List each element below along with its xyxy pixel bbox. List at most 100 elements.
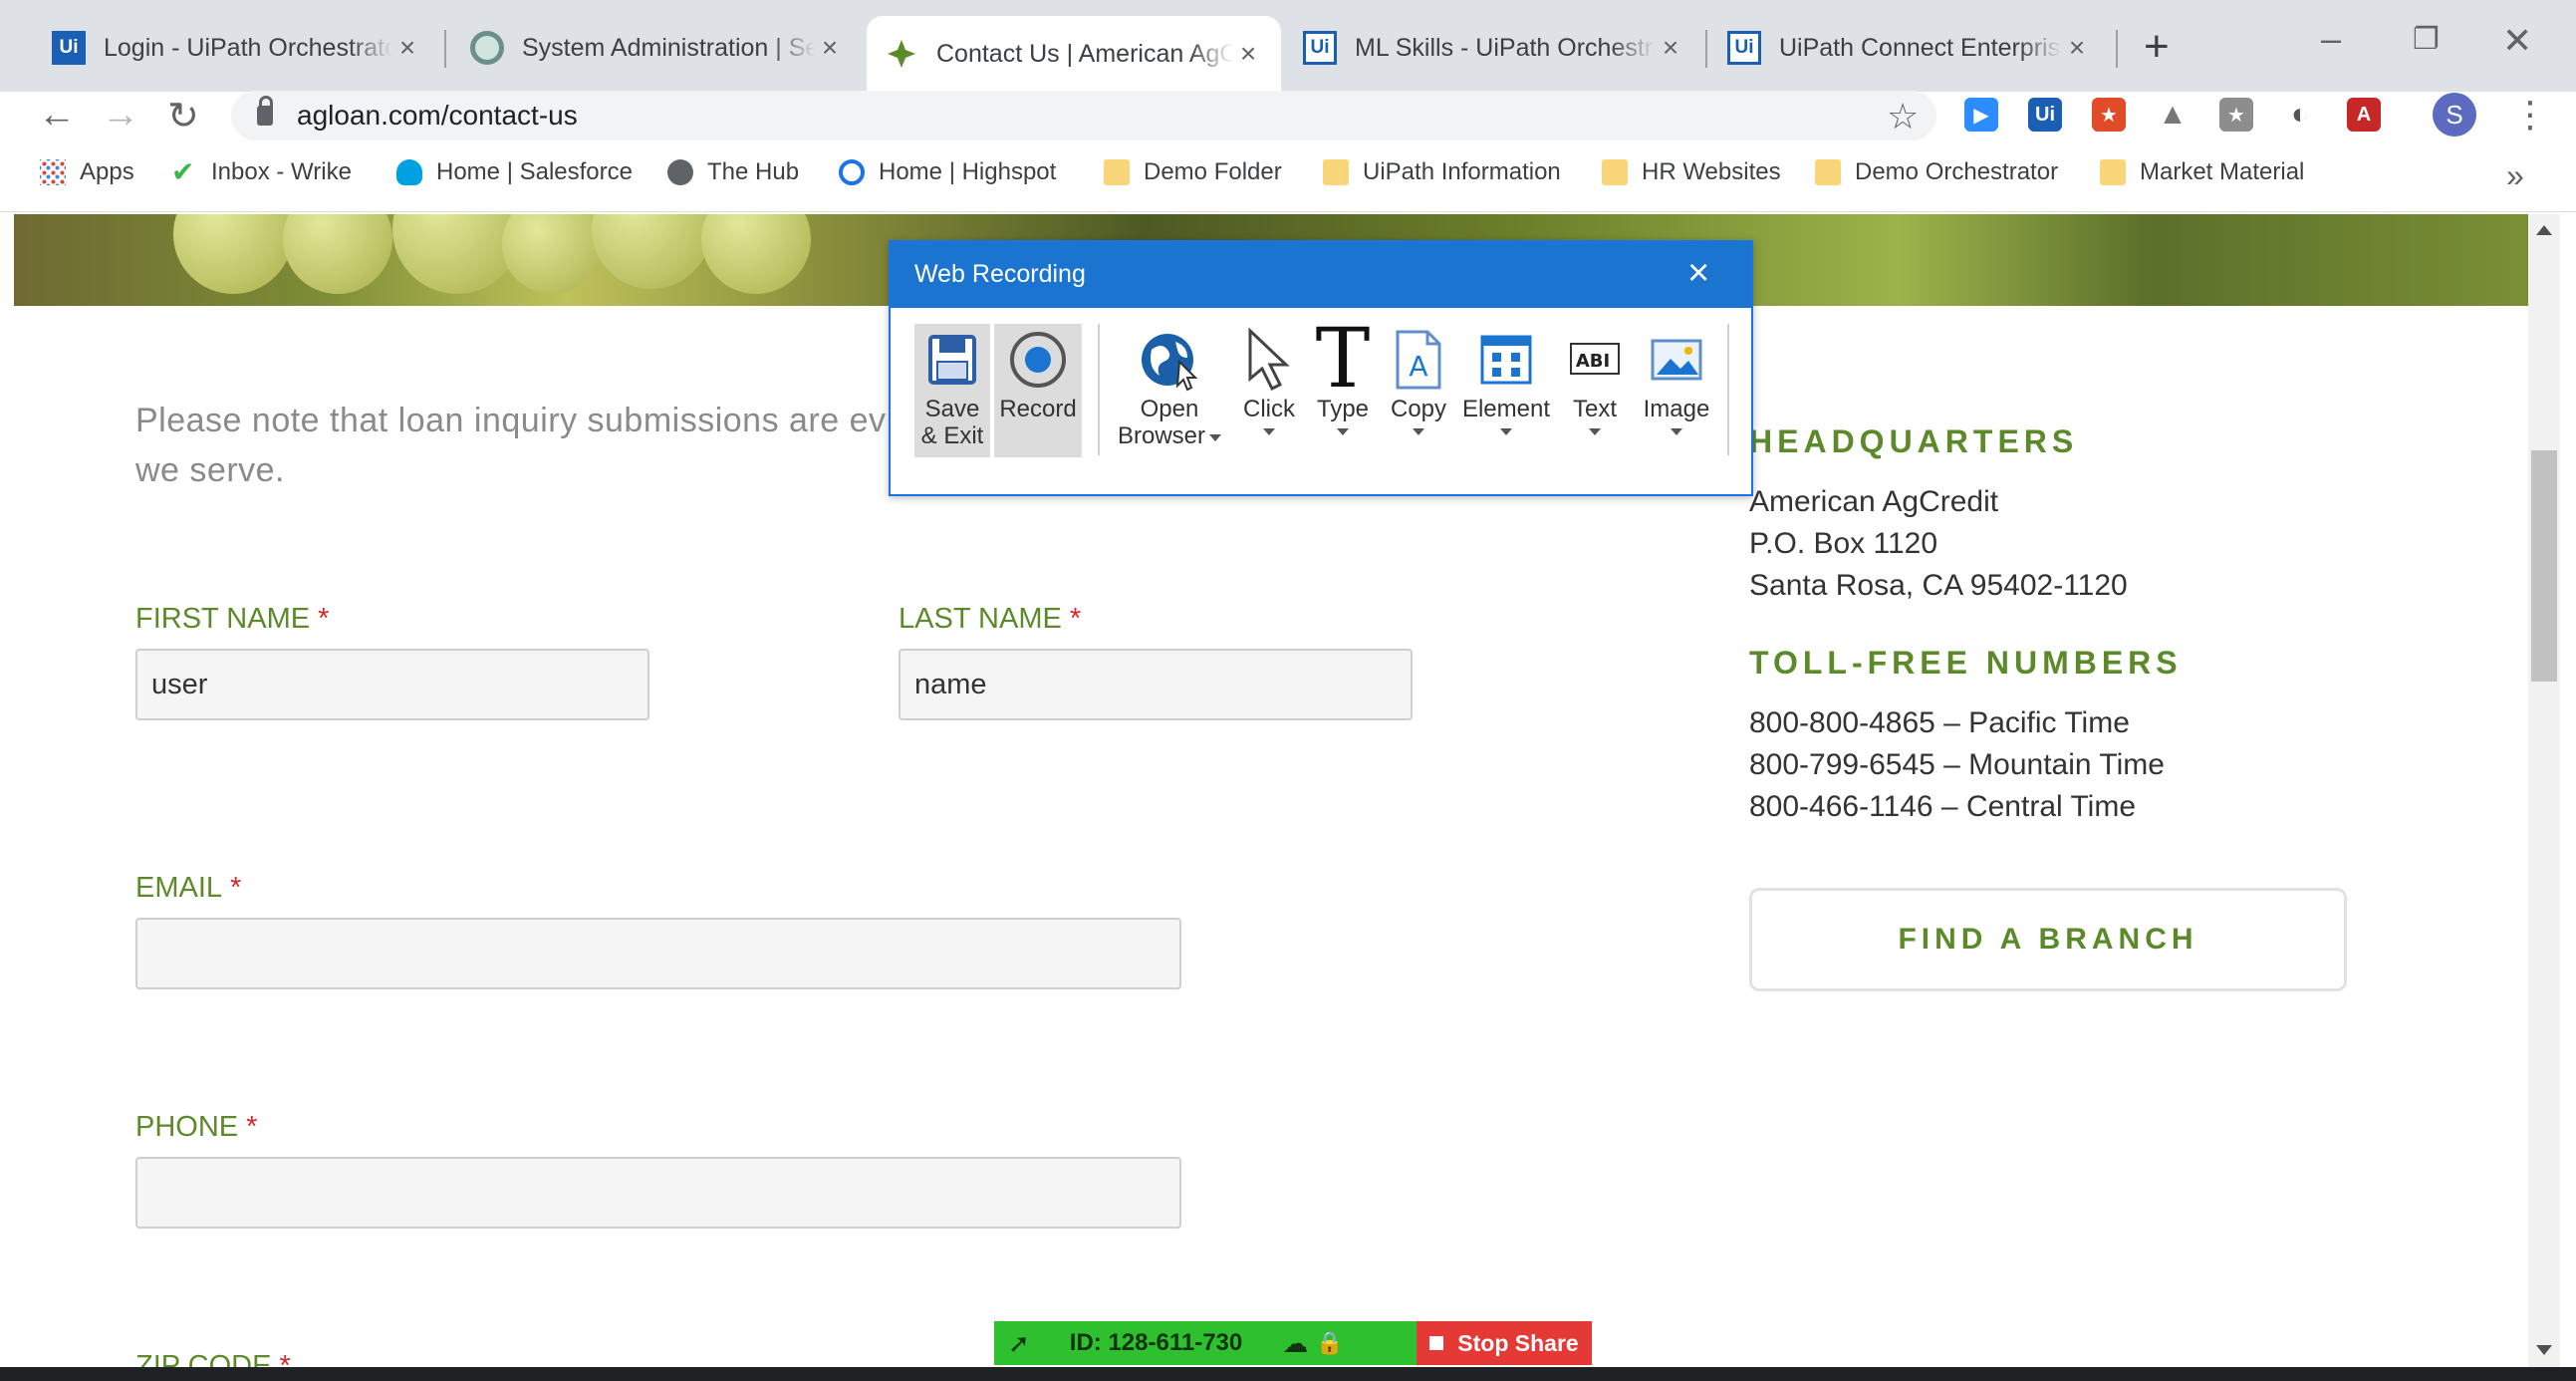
minimize-icon[interactable]: – — [2321, 18, 2341, 60]
bookmark-wrike[interactable]: ✔ Inbox - Wrike — [171, 158, 352, 186]
record-icon — [1008, 324, 1068, 396]
restore-window-icon[interactable]: ❐ — [2413, 22, 2440, 57]
tab-ml-skills[interactable]: Ui ML Skills - UiPath Orchestra × — [1285, 16, 1703, 80]
apps-grid-icon — [40, 159, 66, 185]
text-button[interactable]: ABI Text — [1560, 324, 1630, 457]
close-tab-icon[interactable]: × — [1233, 38, 1263, 70]
arrow-up-icon[interactable]: ➚ — [1008, 1328, 1030, 1359]
back-arrow-icon[interactable]: ← — [38, 94, 76, 137]
phone-label: PHONE * — [135, 1111, 257, 1144]
bookmark-highspot[interactable]: Home | Highspot — [839, 158, 1056, 186]
toll-free-number: 800-799-6545 – Mountain Time — [1749, 748, 2165, 781]
button-label: Save — [924, 396, 980, 422]
dropdown-caret-icon — [1589, 428, 1601, 435]
click-button[interactable]: Click — [1233, 324, 1305, 457]
label-text: PHONE — [135, 1111, 239, 1143]
bookmark-uipath-information[interactable]: UiPath Information — [1323, 158, 1561, 186]
zoom-meeting-info[interactable]: ➚ ID: 128-611-730 ☁ 🔒 — [994, 1321, 1417, 1365]
headquarters-heading: HEADQUARTERS — [1749, 423, 2079, 459]
taskbar-edge — [0, 1367, 2576, 1381]
reload-icon[interactable]: ↻ — [167, 94, 199, 138]
close-icon[interactable]: × — [1687, 252, 1709, 295]
bookmark-label: Demo Orchestrator — [1855, 158, 2059, 185]
bookmark-salesforce[interactable]: Home | Salesforce — [396, 158, 633, 186]
copy-button[interactable]: A Copy — [1383, 324, 1454, 457]
meeting-id: ID: 128-611-730 — [1069, 1329, 1243, 1356]
email-label: EMAIL * — [135, 872, 241, 905]
required-asterisk: * — [318, 603, 330, 635]
toll-free-number: 800-800-4865 – Pacific Time — [1749, 706, 2130, 739]
save-and-exit-button[interactable]: Save & Exit — [914, 324, 990, 457]
close-window-icon[interactable]: ✕ — [2502, 20, 2532, 62]
tab-login-uipath[interactable]: Ui Login - UiPath Orchestrator × — [34, 16, 440, 80]
bookmarks-overflow-chevron-icon[interactable]: » — [2506, 157, 2524, 194]
label-text: FIRST NAME — [135, 603, 311, 635]
url-text[interactable]: agloan.com/contact-us — [297, 100, 578, 132]
pdf-extension-icon[interactable]: A — [2347, 98, 2381, 132]
type-button[interactable]: T Type — [1307, 319, 1379, 457]
scroll-up-arrow-icon[interactable] — [2536, 225, 2552, 235]
tab-system-administration[interactable]: System Administration | Ser × — [452, 16, 863, 80]
forward-arrow-icon[interactable]: → — [102, 94, 139, 137]
button-label: Record — [999, 396, 1077, 422]
notice-line-1: Please note that loan inquiry submission… — [135, 402, 887, 439]
loan-inquiry-notice: Please note that loan inquiry submission… — [135, 396, 1012, 495]
tab-uipath-connect[interactable]: Ui UiPath Connect Enterprise × — [1709, 16, 2110, 80]
folder-icon — [1815, 159, 1841, 185]
bookmark-hr-websites[interactable]: HR Websites — [1602, 158, 1781, 186]
lock-icon[interactable] — [257, 96, 273, 126]
phone-input[interactable] — [135, 1157, 1181, 1229]
uipath-extension-icon[interactable]: Ui — [2028, 98, 2062, 132]
first-name-label: FIRST NAME * — [135, 603, 329, 636]
stop-share-button[interactable]: Stop Share — [1417, 1321, 1592, 1365]
close-tab-icon[interactable]: × — [2062, 32, 2092, 64]
wrike-check-icon: ✔ — [171, 156, 195, 187]
bookmark-star-icon[interactable]: ☆ — [1887, 96, 1919, 138]
close-tab-icon[interactable]: × — [815, 32, 845, 64]
element-button[interactable]: Element — [1456, 324, 1556, 457]
drive-extension-icon[interactable]: ▲ — [2156, 98, 2190, 132]
bookmark-market-material[interactable]: Market Material — [2100, 158, 2304, 186]
bookmark-extension-icon[interactable]: ★ — [2219, 98, 2253, 132]
bookmark-apps[interactable]: Apps — [40, 158, 134, 186]
dialog-title-bar[interactable]: Web Recording × — [891, 242, 1751, 308]
servicenow-icon — [470, 31, 504, 65]
required-asterisk: * — [246, 1111, 258, 1143]
grape-decoration — [502, 214, 602, 294]
more-menu-icon[interactable]: ⋮ — [2512, 94, 2548, 136]
zoom-extension-icon[interactable]: ▶ — [1964, 98, 1998, 132]
grape-decoration — [283, 214, 392, 294]
page-scrollbar[interactable] — [2528, 214, 2560, 1381]
open-browser-button[interactable]: Open Browser — [1112, 324, 1227, 457]
close-tab-icon[interactable]: × — [392, 32, 422, 64]
dropdown-caret-icon — [1413, 428, 1424, 435]
bookmark-demo-orchestrator[interactable]: Demo Orchestrator — [1815, 158, 2058, 186]
close-tab-icon[interactable]: × — [1656, 32, 1685, 64]
new-tab-plus-icon[interactable]: + — [2144, 22, 2170, 72]
profile-avatar[interactable]: S — [2433, 93, 2476, 137]
tab-contact-us[interactable]: Contact Us | American AgCr × — [867, 16, 1281, 92]
text-abi-icon: ABI — [1569, 324, 1621, 396]
button-label: Click — [1243, 396, 1295, 422]
svg-text:A: A — [1409, 350, 1427, 383]
image-button[interactable]: Image — [1634, 324, 1719, 457]
circle-extension-icon[interactable]: ◐ — [2283, 98, 2317, 132]
first-name-input[interactable]: user — [135, 649, 649, 720]
bookmark-demo-folder[interactable]: Demo Folder — [1104, 158, 1282, 186]
salesforce-cloud-icon — [396, 159, 422, 185]
required-asterisk: * — [1069, 603, 1082, 635]
find-a-branch-button[interactable]: FIND A BRANCH — [1749, 888, 2347, 991]
svg-text:ABI: ABI — [1576, 351, 1610, 372]
last-name-label: LAST NAME * — [899, 603, 1081, 636]
last-name-input[interactable]: name — [899, 649, 1413, 720]
record-button[interactable]: Record — [994, 324, 1082, 457]
bookmark-the-hub[interactable]: The Hub — [667, 158, 799, 186]
bookmark-label: HR Websites — [1642, 158, 1781, 185]
scrollbar-thumb[interactable] — [2531, 450, 2557, 682]
scroll-down-arrow-icon[interactable] — [2536, 1345, 2552, 1355]
button-label: & Exit — [920, 422, 984, 449]
dialog-title: Web Recording — [914, 260, 1086, 288]
red-extension-icon[interactable]: ★ — [2092, 98, 2126, 132]
email-input[interactable] — [135, 918, 1181, 989]
globe-icon — [1138, 324, 1201, 396]
